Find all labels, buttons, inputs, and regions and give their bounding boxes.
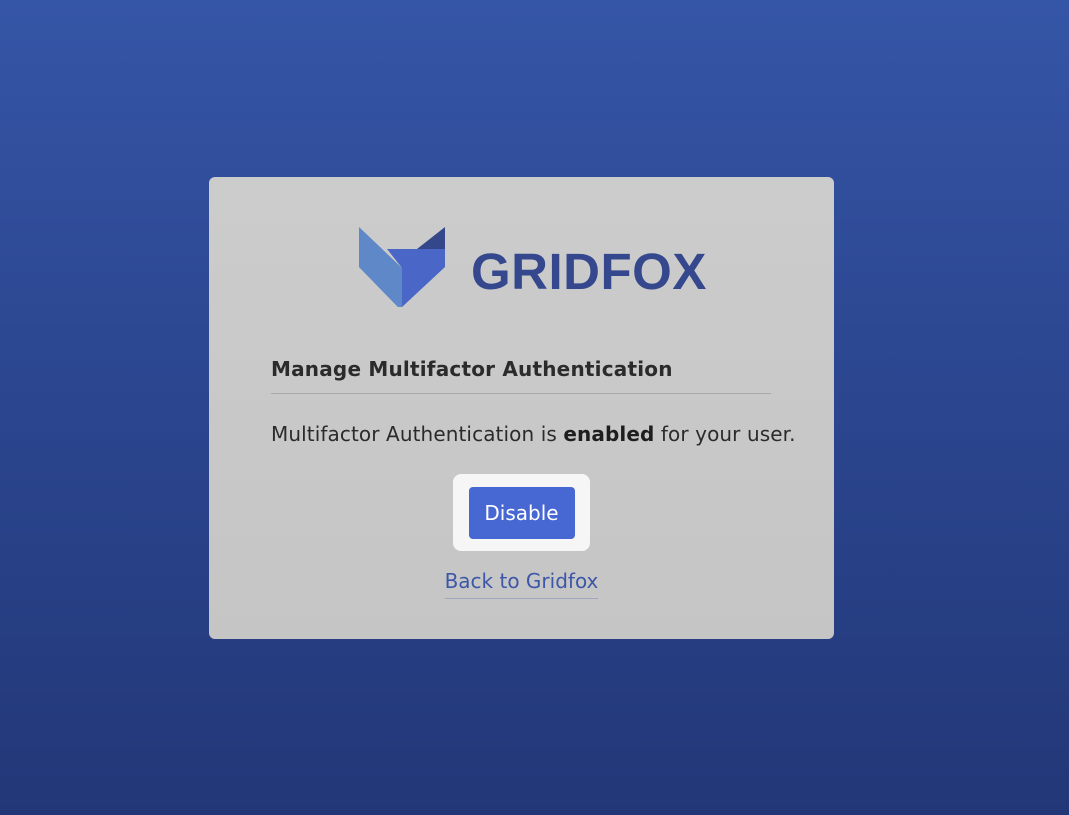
back-to-gridfox-link[interactable]: Back to Gridfox xyxy=(444,570,599,599)
disable-mfa-button[interactable]: Disable xyxy=(468,486,575,539)
gridfox-fox-icon xyxy=(359,227,445,307)
status-state: enabled xyxy=(563,422,655,446)
status-prefix: Multifactor Authentication is xyxy=(271,422,564,446)
disable-button-focus-ring: Disable xyxy=(453,474,590,551)
back-link-container: Back to Gridfox xyxy=(209,570,834,599)
mfa-card: GRIDFOX Manage Multifactor Authenticatio… xyxy=(209,177,834,639)
mfa-status-text: Multifactor Authentication is enabled fo… xyxy=(271,422,796,446)
gridfox-wordmark: GRIDFOX xyxy=(471,242,707,300)
status-suffix: for your user. xyxy=(654,422,796,446)
page-title: Manage Multifactor Authentication xyxy=(271,357,771,394)
gridfox-logo: GRIDFOX xyxy=(359,227,707,307)
